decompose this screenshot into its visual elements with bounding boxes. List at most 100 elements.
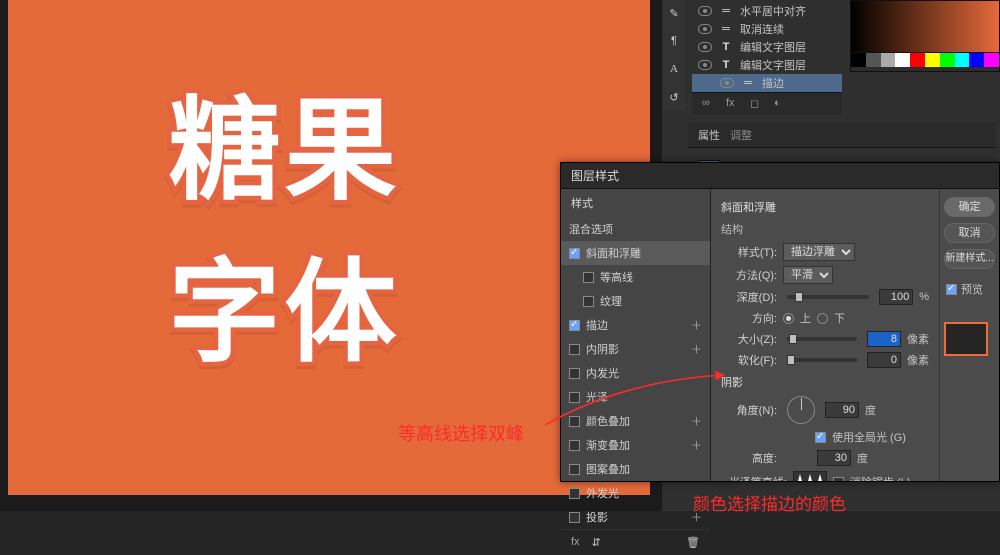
tab-adjust[interactable]: 调整 bbox=[730, 127, 752, 143]
plus-icon[interactable]: ＋ bbox=[691, 413, 702, 429]
checkbox[interactable] bbox=[569, 248, 580, 259]
layer-type-icon: T bbox=[718, 41, 734, 53]
link-icon[interactable]: ∞ bbox=[702, 97, 716, 111]
visibility-icon[interactable] bbox=[698, 42, 712, 52]
item-blend[interactable]: 混合选项 bbox=[561, 217, 710, 241]
item-drop-shadow[interactable]: 投影＋ bbox=[561, 505, 710, 529]
dir-down-radio[interactable] bbox=[817, 313, 828, 324]
glyph-icon[interactable]: ¶ bbox=[665, 32, 683, 50]
soft-slider[interactable] bbox=[787, 358, 857, 362]
layer-row[interactable]: T 编辑文字图层 bbox=[692, 56, 842, 74]
item-pat-overlay[interactable]: 图案叠加 bbox=[561, 457, 710, 481]
layer-type-icon: ═ bbox=[740, 77, 756, 89]
depth-value[interactable]: 100 bbox=[879, 289, 913, 305]
item-color-overlay[interactable]: 颜色叠加＋ bbox=[561, 409, 710, 433]
altitude-value[interactable]: 30 bbox=[817, 450, 851, 466]
checkbox[interactable] bbox=[569, 344, 580, 355]
plus-icon[interactable]: ＋ bbox=[691, 437, 702, 453]
antialias-checkbox[interactable] bbox=[833, 477, 844, 482]
preview-swatch bbox=[944, 322, 988, 356]
item-bevel[interactable]: 斜面和浮雕 bbox=[561, 241, 710, 265]
dialog-settings: 斜面和浮雕 结构 样式(T): 描边浮雕 方法(Q): 平滑 深度(D): 10… bbox=[711, 189, 939, 481]
item-inner-shadow[interactable]: 内阴影＋ bbox=[561, 337, 710, 361]
plus-icon[interactable]: ＋ bbox=[691, 317, 702, 333]
angle-value[interactable]: 90 bbox=[825, 402, 859, 418]
section-shadow: 阴影 bbox=[721, 374, 929, 390]
gloss-contour[interactable] bbox=[793, 471, 827, 481]
angle-label: 角度(N): bbox=[721, 402, 777, 418]
checkbox[interactable] bbox=[569, 440, 580, 451]
trash-icon[interactable]: 🗑 bbox=[686, 536, 700, 549]
checkbox[interactable] bbox=[569, 512, 580, 523]
checkbox[interactable] bbox=[569, 464, 580, 475]
layer-label: 取消连续 bbox=[740, 21, 784, 37]
cancel-button[interactable]: 取消 bbox=[944, 223, 995, 243]
checkbox[interactable] bbox=[569, 392, 580, 403]
layer-row[interactable]: T 编辑文字图层 bbox=[692, 38, 842, 56]
section-structure: 结构 bbox=[721, 221, 929, 237]
layer-label: 编辑文字图层 bbox=[740, 57, 806, 73]
size-slider[interactable] bbox=[787, 337, 857, 341]
layer-type-icon: ═ bbox=[718, 23, 734, 35]
new-style-button[interactable]: 新建样式... bbox=[944, 249, 995, 269]
angle-dial[interactable] bbox=[787, 396, 815, 424]
item-grad-overlay[interactable]: 渐变叠加＋ bbox=[561, 433, 710, 457]
global-light-checkbox[interactable] bbox=[815, 432, 826, 443]
item-inner-glow[interactable]: 内发光 bbox=[561, 361, 710, 385]
artboard[interactable]: 糖果字体 bbox=[8, 0, 650, 495]
layer-row[interactable]: ═ 水平居中对齐 bbox=[692, 2, 842, 20]
dialog-title[interactable]: 图层样式 bbox=[561, 163, 999, 189]
layer-style-dialog[interactable]: 图层样式 样式 混合选项 斜面和浮雕 等高线 纹理 描边＋ 内阴影＋ 内发光 光… bbox=[560, 162, 1000, 482]
layer-row[interactable]: ═ 取消连续 bbox=[692, 20, 842, 38]
candy-text-layer[interactable]: 糖果字体 bbox=[169, 60, 490, 384]
tab-properties[interactable]: 属性 bbox=[698, 127, 720, 143]
visibility-icon[interactable] bbox=[698, 60, 712, 70]
layer-row-stroke[interactable]: ═ 描边 bbox=[692, 74, 842, 92]
preview-label: 预览 bbox=[961, 281, 983, 297]
chevron-up-down-icon[interactable]: ⇵ bbox=[592, 536, 601, 549]
mask-icon[interactable]: ◻ bbox=[750, 97, 764, 111]
size-label: 大小(Z): bbox=[721, 331, 777, 347]
checkbox[interactable] bbox=[569, 416, 580, 427]
panel-tabs: 属性 调整 bbox=[688, 123, 996, 148]
adjust-icon[interactable]: ◐ bbox=[774, 97, 788, 111]
visibility-icon[interactable] bbox=[698, 6, 712, 16]
item-outer-glow[interactable]: 外发光 bbox=[561, 481, 710, 505]
color-gradient[interactable] bbox=[851, 1, 999, 53]
item-stroke[interactable]: 描边＋ bbox=[561, 313, 710, 337]
annotation-color-text: 颜色选择描边的颜色 bbox=[693, 490, 846, 515]
depth-slider[interactable] bbox=[787, 295, 869, 299]
layer-label: 水平居中对齐 bbox=[740, 3, 806, 19]
ok-button[interactable]: 确定 bbox=[944, 197, 995, 217]
item-texture[interactable]: 纹理 bbox=[561, 289, 710, 313]
fx-icon[interactable]: fx bbox=[571, 536, 580, 549]
dialog-buttons: 确定 取消 新建样式... 预览 bbox=[939, 189, 999, 481]
layer-type-icon: T bbox=[718, 59, 734, 71]
color-strip[interactable] bbox=[851, 53, 999, 67]
visibility-icon[interactable] bbox=[698, 24, 712, 34]
visibility-icon[interactable] bbox=[720, 78, 734, 88]
soft-value[interactable]: 0 bbox=[867, 352, 901, 368]
preview-checkbox[interactable] bbox=[946, 284, 957, 295]
item-satin[interactable]: 光泽 bbox=[561, 385, 710, 409]
history-icon[interactable]: ↺ bbox=[665, 88, 683, 106]
direction-label: 方向: bbox=[721, 310, 777, 326]
technique-select[interactable]: 平滑 bbox=[783, 266, 833, 284]
size-value[interactable]: 8 bbox=[867, 331, 901, 347]
checkbox[interactable] bbox=[583, 272, 594, 283]
plus-icon[interactable]: ＋ bbox=[691, 341, 702, 357]
char-icon[interactable]: A bbox=[665, 60, 683, 78]
checkbox[interactable] bbox=[583, 296, 594, 307]
style-select[interactable]: 描边浮雕 bbox=[783, 243, 855, 261]
checkbox[interactable] bbox=[569, 488, 580, 499]
fx-icon[interactable]: fx bbox=[726, 97, 740, 111]
checkbox[interactable] bbox=[569, 320, 580, 331]
brush-icon[interactable]: ✎ bbox=[665, 4, 683, 22]
item-contour[interactable]: 等高线 bbox=[561, 265, 710, 289]
altitude-label: 高度: bbox=[721, 450, 777, 466]
dialog-left-head: 样式 bbox=[561, 189, 710, 217]
color-panel[interactable] bbox=[850, 0, 1000, 72]
dir-up-radio[interactable] bbox=[783, 313, 794, 324]
checkbox[interactable] bbox=[569, 368, 580, 379]
layer-type-icon: ═ bbox=[718, 5, 734, 17]
